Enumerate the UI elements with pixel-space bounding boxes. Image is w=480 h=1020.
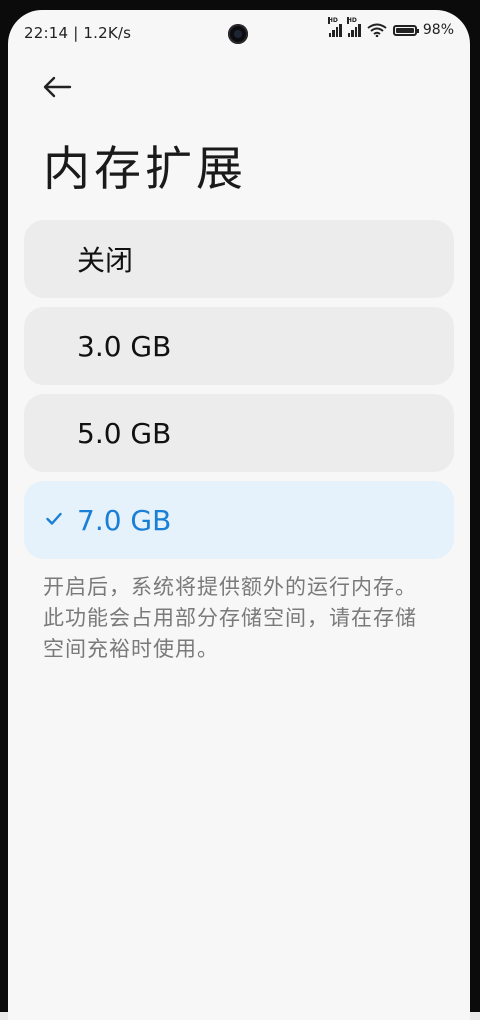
- option-off[interactable]: 关闭: [24, 220, 454, 298]
- option-label: 3.0 GB: [77, 329, 172, 363]
- hd-badge: HD: [327, 17, 338, 24]
- status-bar: 22:14 | 1.2K/s HD HD 98%: [8, 10, 470, 56]
- option-5gb[interactable]: 5.0 GB: [24, 394, 454, 472]
- battery-percent: 98%: [422, 22, 454, 38]
- battery-fill: [395, 27, 414, 33]
- front-camera: [228, 24, 248, 44]
- page-title: 内存扩展: [43, 142, 247, 197]
- signal-icon: HD: [327, 17, 342, 37]
- option-list: 关闭 3.0 GB 5.0 GB 7.0 GB: [24, 220, 454, 568]
- wifi-icon: [367, 23, 387, 37]
- battery-icon: [392, 24, 419, 36]
- status-time: 22:14 | 1.2K/s: [24, 24, 132, 42]
- hd-badge: HD: [346, 17, 357, 24]
- option-3gb[interactable]: 3.0 GB: [24, 307, 454, 385]
- arrow-left-icon[interactable]: [40, 72, 74, 102]
- signal-icon: HD: [346, 17, 361, 37]
- checkmark-icon: [46, 512, 62, 525]
- option-label: 7.0 GB: [77, 503, 172, 537]
- status-icons: HD HD 98%: [327, 17, 454, 38]
- option-7gb[interactable]: 7.0 GB: [24, 481, 454, 559]
- option-label: 5.0 GB: [77, 416, 172, 450]
- screen: 22:14 | 1.2K/s HD HD 98% 内存扩展 关闭 3.0 GB …: [8, 10, 470, 1020]
- description-text: 开启后，系统将提供额外的运行内存。此功能会占用部分存储空间，请在存储空间充裕时使…: [43, 575, 417, 661]
- option-label: 关闭: [77, 244, 134, 277]
